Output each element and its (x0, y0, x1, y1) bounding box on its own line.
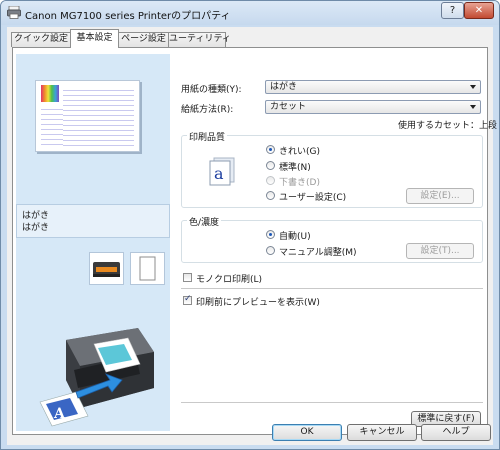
print-quality-icon: a (209, 157, 235, 186)
quality-standard-label[interactable]: 標準(N) (279, 160, 311, 173)
color-intensity-legend: 色/濃度 (187, 215, 222, 228)
help-title-button[interactable]: ? (441, 2, 464, 19)
media-info-box: はがき はがき (16, 204, 170, 238)
cancel-button[interactable]: キャンセル (347, 424, 417, 441)
media-type-dropdown[interactable]: はがき (265, 80, 481, 94)
quality-high-radio[interactable] (266, 145, 275, 154)
ok-button[interactable]: OK (272, 424, 342, 441)
cassette-info: 使用するカセット：上段 (398, 121, 498, 131)
quality-draft-radio (266, 176, 275, 185)
dialog-client-area: クイック設定 基本設定 ページ設定 ユーティリティ はがき はがき A 用紙の種… (7, 27, 497, 445)
quality-standard-radio[interactable] (266, 161, 275, 170)
printer-illustration: A (39, 328, 154, 427)
color-auto-label[interactable]: 自動(U) (279, 229, 311, 242)
monochrome-label[interactable]: モノクロ印刷(L) (196, 272, 262, 285)
color-manual-radio[interactable] (266, 246, 275, 255)
paper-preview (35, 80, 140, 152)
svg-text:a: a (214, 164, 224, 183)
printer-app-icon (7, 6, 21, 19)
properties-window: Canon MG7100 series Printerのプロパティ ? ✕ クイ… (0, 0, 500, 450)
svg-text:A: A (53, 406, 66, 422)
printer-status-picture (89, 252, 124, 285)
paper-sheet-icon (139, 256, 156, 281)
paper-text-lines (41, 105, 63, 148)
monochrome-checkbox[interactable] (183, 273, 192, 282)
printer-front-icon (93, 262, 120, 277)
divider (181, 402, 483, 403)
quality-settings-button: 設定(E)... (406, 188, 474, 204)
quality-custom-label[interactable]: ユーザー設定(C) (279, 190, 346, 203)
title-bar[interactable]: Canon MG7100 series Printerのプロパティ ? ✕ (1, 1, 499, 25)
color-manual-label[interactable]: マニュアル調整(M) (279, 245, 357, 258)
settings-preview-pane: はがき はがき A (16, 54, 170, 431)
paper-source-label: 給紙方法(R): (181, 105, 234, 115)
preview-before-print-checkbox[interactable] (183, 294, 192, 305)
quality-draft-label: 下書き(D) (279, 178, 320, 188)
window-title: Canon MG7100 series Printerのプロパティ (25, 11, 231, 22)
tab-utility[interactable]: ユーティリティ (168, 32, 231, 47)
preview-before-print-label[interactable]: 印刷前にプレビューを表示(W) (196, 295, 320, 308)
media-info-line-2: はがき (22, 223, 50, 233)
color-auto-radio[interactable] (266, 230, 275, 239)
paper-text-lines (63, 86, 134, 148)
tab-main[interactable]: 基本設定 (70, 29, 119, 48)
divider (181, 288, 483, 289)
print-quality-legend: 印刷品質 (187, 130, 228, 143)
main-tab-panel: はがき はがき A 用紙の種類(Y): はがき 給紙方法(R): カセット 使用… (12, 47, 497, 435)
chevron-down-icon (470, 105, 476, 109)
media-type-value: はがき (270, 82, 298, 92)
paper-photo-thumbnail (41, 85, 59, 102)
quality-custom-radio[interactable] (266, 191, 275, 200)
quality-high-label[interactable]: きれい(G) (279, 144, 320, 157)
paper-source-dropdown[interactable]: カセット (265, 100, 481, 114)
color-settings-button: 設定(T)... (406, 243, 474, 259)
paper-source-value: カセット (270, 102, 307, 112)
chevron-down-icon (470, 85, 476, 89)
help-button[interactable]: ヘルプ (421, 424, 491, 441)
close-title-button[interactable]: ✕ (464, 2, 494, 19)
media-type-label: 用紙の種類(Y): (181, 85, 242, 95)
tab-quick-setup[interactable]: クイック設定 (11, 32, 71, 47)
tab-page-setup[interactable]: ページ設定 (118, 32, 169, 47)
paper-sheet-picture (130, 252, 165, 285)
